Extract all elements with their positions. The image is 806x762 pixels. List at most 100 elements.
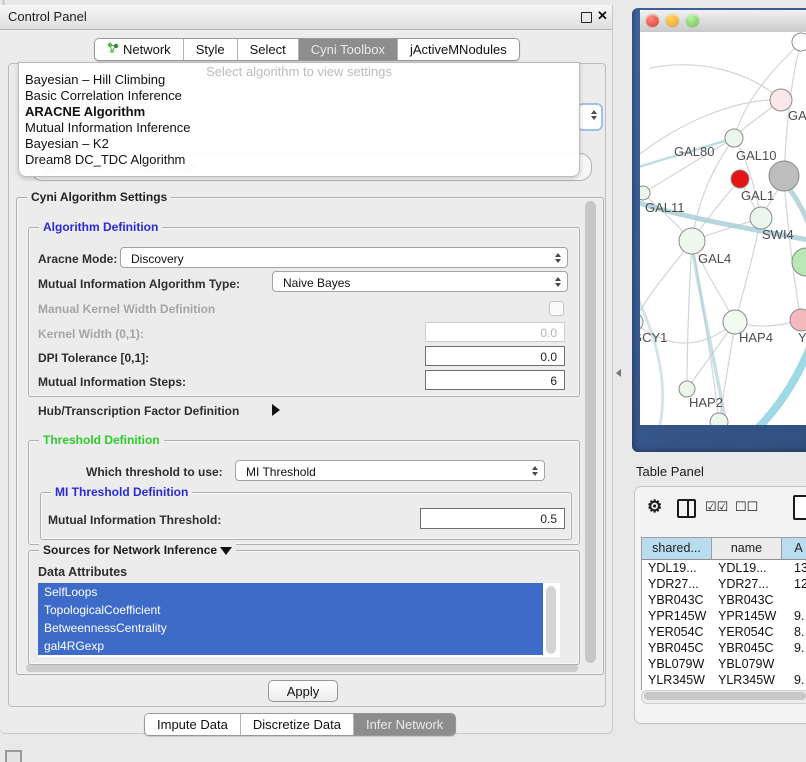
network-window-titlebar[interactable] xyxy=(640,10,806,33)
algorithm-option-basic-correlation-inference[interactable]: Basic Correlation Inference xyxy=(23,88,575,104)
aracne-mode-combobox[interactable]: Discovery xyxy=(120,247,568,268)
table-row[interactable]: YDR27...YDR27...12 xyxy=(642,576,806,592)
top-tabs: NetworkStyleSelectCyni ToolboxjActiveMNo… xyxy=(94,38,520,61)
sources-collapse-arrow-icon[interactable] xyxy=(220,547,232,555)
table-cell: YDL19... xyxy=(642,560,712,576)
table-row[interactable]: YER054CYER054C8. xyxy=(642,624,806,640)
column-header-name[interactable]: name xyxy=(712,538,782,559)
attribute-item-betweennesscentrality[interactable]: BetweennessCentrality xyxy=(38,619,543,637)
network-node[interactable] xyxy=(640,186,650,200)
data-attributes-list: SelfLoopsTopologicalCoefficientBetweenne… xyxy=(38,583,560,657)
mi-steps-field[interactable]: 6 xyxy=(425,370,565,390)
network-node[interactable] xyxy=(731,170,749,188)
node-label-gcy1: GCY1 xyxy=(640,330,667,345)
dpi-tolerance-field[interactable]: 0.0 xyxy=(425,346,565,366)
table-horizontal-scrollbar[interactable] xyxy=(641,690,806,704)
tab-jactivemnodules[interactable]: jActiveMNodules xyxy=(397,39,519,60)
tab-discretize-data[interactable]: Discretize Data xyxy=(240,714,353,735)
node-label-gal80: GAL80 xyxy=(674,144,714,159)
tab-select[interactable]: Select xyxy=(237,39,298,60)
network-edge[interactable] xyxy=(640,282,663,425)
close-traffic-light-icon[interactable] xyxy=(646,14,659,27)
aracne-mode-value: Discovery xyxy=(131,252,184,266)
network-node[interactable] xyxy=(725,129,743,147)
kernel-width-label: Kernel Width (0,1): xyxy=(38,327,144,341)
table-cell: YDR27... xyxy=(712,576,782,592)
minimize-traffic-light-icon[interactable] xyxy=(666,14,679,27)
manual-kernel-label: Manual Kernel Width Definition xyxy=(38,302,215,316)
mi-type-value: Naive Bayes xyxy=(283,276,350,290)
table-cell: 12 xyxy=(782,576,806,592)
bottom-tabs: Impute DataDiscretize DataInfer Network xyxy=(144,713,456,736)
table-cell: 9. xyxy=(782,608,806,624)
network-edge[interactable] xyxy=(687,241,692,389)
network-node[interactable] xyxy=(792,33,806,51)
table-header-row: shared...nameA xyxy=(642,538,806,560)
algorithm-dropdown-list: Select algorithm to view settings Bayesi… xyxy=(18,62,580,177)
dpi-tolerance-label: DPI Tolerance [0,1]: xyxy=(38,351,149,365)
network-edge[interactable] xyxy=(640,241,692,322)
mi-type-combobox[interactable]: Naive Bayes xyxy=(272,271,568,292)
attribute-item-gal4rgexp[interactable]: gal4RGexp xyxy=(38,637,543,655)
table-cell: 13 xyxy=(782,560,806,576)
table-row[interactable]: YBL079WYBL079W xyxy=(642,656,806,672)
network-node[interactable] xyxy=(750,207,772,229)
gear-icon[interactable]: ⚙ xyxy=(647,497,662,517)
tab-cyni-toolbox[interactable]: Cyni Toolbox xyxy=(298,39,397,60)
export-table-icon[interactable] xyxy=(793,495,806,520)
network-edge[interactable] xyxy=(735,218,761,322)
table-row[interactable]: YDL19...YDL19...13 xyxy=(642,560,806,576)
algorithm-option-dream8-dc-tdc-algorithm[interactable]: Dream8 DC_TDC Algorithm xyxy=(23,152,575,168)
column-header-a[interactable]: A xyxy=(782,538,806,559)
tab-style[interactable]: Style xyxy=(183,39,237,60)
table-row[interactable]: YLR345WYLR345W9. xyxy=(642,672,806,688)
mi-threshold-field[interactable]: 0.5 xyxy=(420,508,565,529)
algorithm-option-bayesian-hill-climbing[interactable]: Bayesian – Hill Climbing xyxy=(23,72,575,88)
node-label-y: Y xyxy=(798,330,806,345)
table-row[interactable]: YBR043CYBR043C xyxy=(642,592,806,608)
which-threshold-label: Which threshold to use: xyxy=(86,465,223,479)
network-graph[interactable]: GALGAL80GAL10GAL1GAL11GAL4SWI4GCY1HAP4YH… xyxy=(640,32,806,425)
attribute-item-selfloops[interactable]: SelfLoops xyxy=(38,583,543,601)
hub-expand-arrow-icon[interactable] xyxy=(272,403,280,421)
settings-horizontal-scrollbar[interactable] xyxy=(26,664,578,672)
tab-infer-network[interactable]: Infer Network xyxy=(353,714,455,735)
network-node[interactable] xyxy=(769,161,799,191)
settings-vertical-scrollbar[interactable] xyxy=(585,201,596,663)
attribute-item-topologicalcoefficient[interactable]: TopologicalCoefficient xyxy=(38,601,543,619)
apply-button[interactable]: Apply xyxy=(268,680,338,702)
screen: Control Panel ✕ NetworkStyleSelectCyni T… xyxy=(0,0,806,762)
mi-threshold-label: Mutual Information Threshold: xyxy=(48,513,221,527)
tab-impute-data[interactable]: Impute Data xyxy=(145,714,240,735)
which-threshold-combobox[interactable]: MI Threshold xyxy=(235,460,545,481)
select-all-checks-icon[interactable]: ☑☑ xyxy=(705,499,728,515)
ghost-combo-arrow-button[interactable] xyxy=(577,103,603,131)
table-row[interactable]: YBR045CYBR045C9. xyxy=(642,640,806,656)
table-cell: YBR045C xyxy=(712,640,782,656)
maximize-traffic-light-icon[interactable] xyxy=(686,14,699,27)
table-body: YDL19...YDL19...13YDR27...YDR27...12YBR0… xyxy=(642,560,806,690)
algorithm-option-aracne-algorithm[interactable]: ARACNE Algorithm xyxy=(23,104,575,120)
combo-arrows-icon xyxy=(555,277,561,287)
algorithm-option-mutual-information-inference[interactable]: Mutual Information Inference xyxy=(23,120,575,136)
table-cell: YBL079W xyxy=(642,656,712,672)
table-hscroll-thumb[interactable] xyxy=(644,692,806,700)
network-canvas[interactable]: GALGAL80GAL10GAL1GAL11GAL4SWI4GCY1HAP4YH… xyxy=(640,32,806,425)
table-row[interactable]: YPR145WYPR145W9. xyxy=(642,608,806,624)
deselect-all-boxes-icon[interactable]: ☐☐ xyxy=(735,499,758,515)
table-cell: YPR145W xyxy=(712,608,782,624)
columns-icon[interactable] xyxy=(677,499,696,518)
splitter-collapse-arrow[interactable] xyxy=(616,369,621,377)
mi-threshold-title: MI Threshold Definition xyxy=(51,485,192,499)
network-edge[interactable] xyxy=(650,65,781,100)
column-header-shared[interactable]: shared... xyxy=(642,538,712,559)
network-node[interactable] xyxy=(790,309,806,331)
which-threshold-value: MI Threshold xyxy=(246,465,316,479)
close-icon[interactable]: ✕ xyxy=(597,8,608,24)
tab-network[interactable]: Network xyxy=(95,39,183,60)
table-cell: YBL079W xyxy=(712,656,782,672)
float-window-icon[interactable] xyxy=(581,12,592,23)
algorithm-option-bayesian-k2[interactable]: Bayesian – K2 xyxy=(23,136,575,152)
attributes-list-scrollbar[interactable] xyxy=(546,586,556,654)
minimized-panel-icon[interactable] xyxy=(5,750,22,762)
